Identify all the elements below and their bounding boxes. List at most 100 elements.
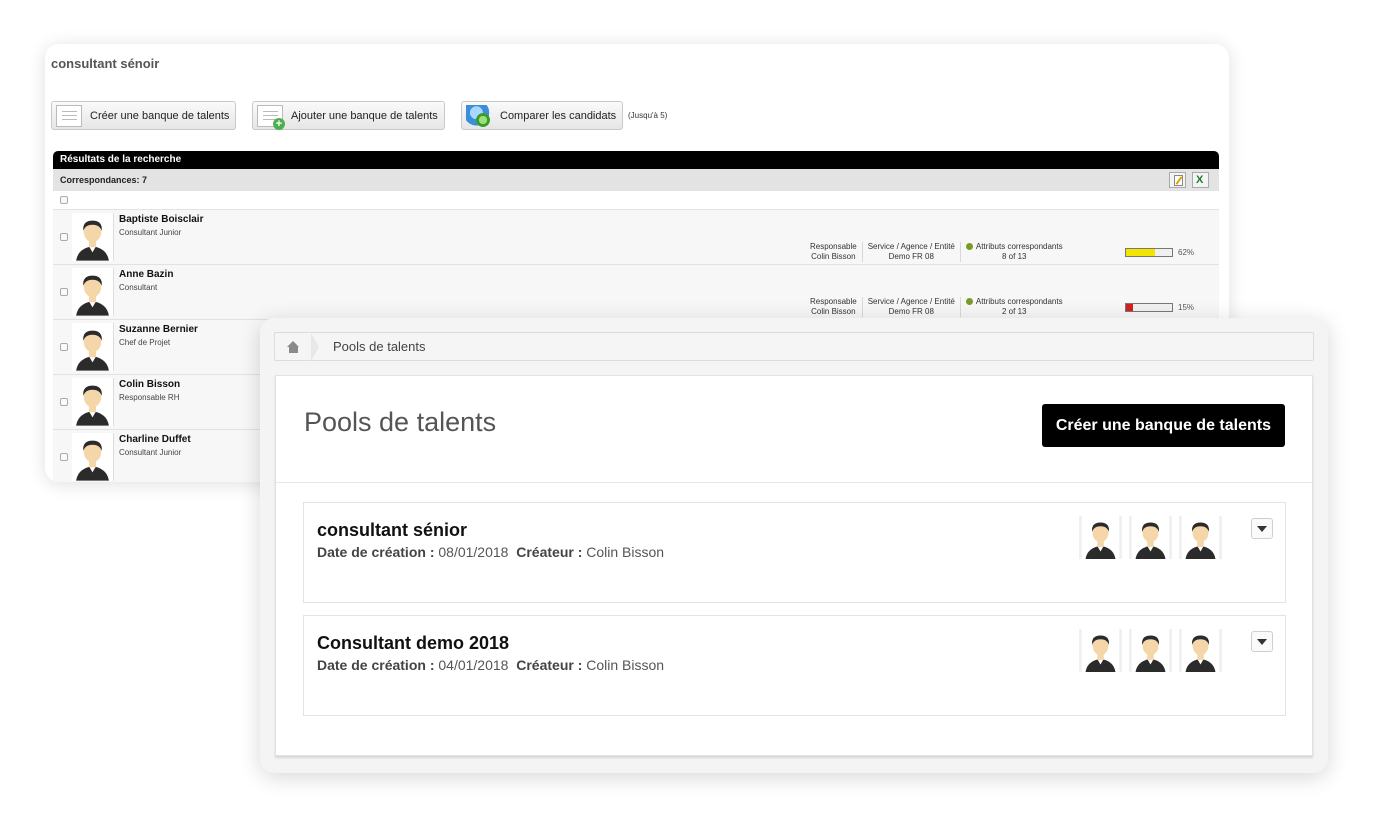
pool-name[interactable]: Consultant demo 2018 xyxy=(317,633,509,654)
create-talent-pool-button[interactable]: Créer une banque de talents xyxy=(1041,404,1285,447)
attributes-cell: Attributs correspondants 2 of 13 xyxy=(959,297,1068,317)
candidate-name[interactable]: Colin Bisson xyxy=(119,379,180,390)
attributes-label: Attributs correspondants xyxy=(975,242,1063,251)
candidate-title: Responsable RH xyxy=(119,393,180,402)
match-progress-fill xyxy=(1126,249,1155,256)
creator-name: Colin Bisson xyxy=(586,544,665,560)
person-avatar-icon xyxy=(72,378,113,426)
person-avatar-icon xyxy=(72,323,113,371)
match-percent: 62% xyxy=(1178,248,1195,257)
pool-name[interactable]: consultant sénior xyxy=(317,520,467,541)
person-avatar-icon xyxy=(1181,629,1220,672)
avatar xyxy=(72,323,114,371)
chevron-down-icon[interactable] xyxy=(1251,518,1273,539)
candidate-name[interactable]: Baptiste Boisclair xyxy=(119,214,203,225)
compare-users-icon xyxy=(466,104,492,127)
compare-candidates-label: Comparer les candidats xyxy=(500,109,617,122)
created-label: Date de création : xyxy=(317,657,435,673)
compare-candidates-button[interactable]: Comparer les candidats xyxy=(461,101,624,130)
row-checkbox[interactable] xyxy=(60,398,68,406)
person-avatar-icon xyxy=(72,433,113,481)
match-progress-bar xyxy=(1125,303,1173,312)
results-toolbar: Correspondances: 7 xyxy=(53,169,1219,191)
service-value: Demo FR 08 xyxy=(888,307,934,316)
info-icon xyxy=(965,298,973,305)
results-header: Résultats de la recherche xyxy=(53,151,1219,169)
candidate-name[interactable]: Anne Bazin xyxy=(119,269,173,280)
person-avatar-icon xyxy=(1131,629,1170,672)
create-pool-label: Créer une banque de talents xyxy=(90,109,230,122)
candidate-title: Consultant Junior xyxy=(119,228,182,237)
service-value: Demo FR 08 xyxy=(888,252,934,261)
match-count: Correspondances: 7 xyxy=(60,175,148,185)
select-all-checkbox[interactable] xyxy=(60,196,68,204)
service-label: Service / Agence / Entité xyxy=(867,297,955,306)
service-label: Service / Agence / Entité xyxy=(867,242,955,251)
person-avatar-icon xyxy=(72,213,113,261)
match-percent: 15% xyxy=(1178,303,1195,312)
avatar xyxy=(72,378,114,426)
add-document-icon xyxy=(257,104,285,130)
avatar xyxy=(1079,629,1122,672)
create-pool-button[interactable]: Créer une banque de talents xyxy=(51,101,237,130)
avatar xyxy=(72,268,114,316)
avatar xyxy=(1179,629,1222,672)
row-checkbox[interactable] xyxy=(60,343,68,351)
add-pool-label: Ajouter une banque de talents xyxy=(291,109,438,122)
creator-label: Créateur : xyxy=(516,657,583,673)
chevron-down-icon[interactable] xyxy=(1251,631,1273,652)
candidate-meta: Responsable Colin Bisson Service / Agence … xyxy=(805,297,1068,317)
created-label: Date de création : xyxy=(317,544,435,560)
row-checkbox[interactable] xyxy=(60,233,68,241)
person-avatar-icon xyxy=(1131,516,1170,559)
breadcrumb-current: Pools de talents xyxy=(333,339,426,354)
table-row[interactable]: Baptiste Boisclair Consultant Junior Respo… xyxy=(53,209,1219,264)
manager-value: Colin Bisson xyxy=(811,307,856,316)
candidate-title: Consultant Junior xyxy=(119,448,182,457)
service-cell: Service / Agence / Entité Demo FR 08 xyxy=(861,242,960,262)
pool-card[interactable]: consultant sénior Date de création : 08/0… xyxy=(303,502,1286,603)
candidate-name[interactable]: Suzanne Bernier xyxy=(119,324,198,335)
pool-card[interactable]: Consultant demo 2018 Date de création : 0… xyxy=(303,615,1286,716)
home-icon xyxy=(286,340,300,353)
compare-limit-note: (Jusqu'à 5) xyxy=(628,111,668,120)
pool-meta: Date de création : 04/01/2018 Créateur :… xyxy=(317,657,664,673)
list-document-icon xyxy=(56,104,82,127)
page-title: Pools de talents xyxy=(304,407,497,437)
talent-pools-panel: Pools de talents Créer une banque de tal… xyxy=(275,375,1313,756)
row-checkbox[interactable] xyxy=(60,288,68,296)
creator-name: Colin Bisson xyxy=(586,657,665,673)
avatar xyxy=(1129,629,1172,672)
manager-cell: Responsable Colin Bisson xyxy=(805,242,862,262)
manager-label: Responsable xyxy=(810,297,857,306)
candidate-name[interactable]: Charline Duffet xyxy=(119,434,191,445)
info-icon xyxy=(965,243,973,250)
breadcrumb-home[interactable] xyxy=(275,333,311,360)
person-avatar-icon xyxy=(1081,629,1120,672)
candidate-meta: Responsable Colin Bisson Service / Agence … xyxy=(805,242,1068,262)
pool-title: consultant sénoir xyxy=(51,56,160,71)
edit-icon[interactable] xyxy=(1169,172,1186,188)
match-progress-bar xyxy=(1125,248,1173,257)
candidate-title: Consultant xyxy=(119,283,158,292)
manager-cell: Responsable Colin Bisson xyxy=(805,297,862,317)
row-checkbox[interactable] xyxy=(60,453,68,461)
pool-avatars xyxy=(1079,516,1222,559)
candidate-title: Chef de Projet xyxy=(119,338,171,347)
creator-label: Créateur : xyxy=(516,544,583,560)
excel-export-icon[interactable] xyxy=(1192,172,1209,188)
avatar xyxy=(72,433,114,481)
breadcrumb: Pools de talents xyxy=(274,332,1314,361)
avatar xyxy=(72,213,114,261)
service-cell: Service / Agence / Entité Demo FR 08 xyxy=(861,297,960,317)
attributes-value: 2 of 13 xyxy=(1002,307,1027,316)
table-row[interactable]: Anne Bazin Consultant Responsable Colin Bis… xyxy=(53,264,1219,319)
attributes-cell: Attributs correspondants 8 of 13 xyxy=(959,242,1068,262)
pool-meta: Date de création : 08/01/2018 Créateur :… xyxy=(317,544,664,560)
breadcrumb-separator xyxy=(311,332,319,361)
created-date: 04/01/2018 xyxy=(438,657,509,673)
avatar xyxy=(1129,516,1172,559)
match-progress-fill xyxy=(1126,304,1133,311)
add-pool-button[interactable]: Ajouter une banque de talents xyxy=(252,101,445,130)
avatar xyxy=(1079,516,1122,559)
